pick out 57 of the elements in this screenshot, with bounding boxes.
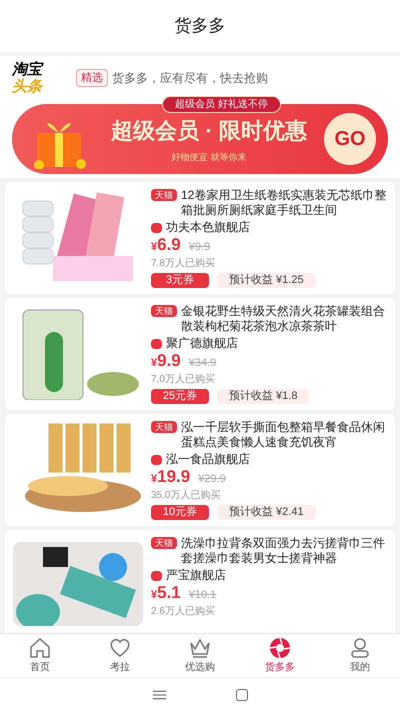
coupon-tag: 3元券	[151, 273, 209, 288]
go-button[interactable]: GO	[324, 113, 376, 165]
sales-count: 7.8万人已购买	[151, 257, 216, 270]
price: ¥9.9	[151, 351, 181, 372]
product-title: 洗澡巾拉背条双面强力去污搓背巾三件套搓澡巾套装男女士搓背神器	[181, 536, 386, 566]
price: ¥19.9	[151, 467, 190, 488]
price: ¥6.9	[151, 235, 181, 256]
earnings-tag: 预计收益 ¥1.25	[217, 273, 316, 288]
ribbon-label: 超级会员 好礼送不停	[162, 96, 281, 113]
product-title: 金银花野生特级天然清火花茶罐装组合散装枸杞菊花茶泡水凉茶茶叶	[181, 304, 386, 334]
banner-title: 超级会员 · 限时优惠	[111, 116, 307, 145]
shop-name: 聚广德旗舰店	[166, 336, 238, 351]
home-button-icon[interactable]	[236, 688, 248, 700]
price: ¥5.1	[151, 583, 181, 604]
shop-icon	[151, 454, 162, 464]
tab-item[interactable]: 货多多	[240, 634, 320, 677]
sales-count: 35.0万人已购买	[151, 489, 222, 502]
platform-badge: 天猫	[151, 189, 177, 201]
sales-count: 2.6万人已购买	[151, 605, 216, 618]
platform-badge: 天猫	[151, 305, 177, 317]
tab-item[interactable]: 首页	[0, 634, 80, 677]
earnings-tag: 预计收益 ¥2.41	[217, 505, 316, 520]
crown-icon	[188, 636, 212, 660]
platform-badge: 天猫	[151, 537, 177, 549]
product-card[interactable]: 天猫 洗澡巾拉背条双面强力去污搓背巾三件套搓澡巾套装男女士搓背神器 严宝旗舰店 ¥5.1 ¥10.1 2.6万人已购买	[5, 530, 395, 633]
original-price: ¥9.9	[188, 240, 210, 255]
shop-name: 严宝旗舰店	[166, 568, 226, 583]
shop-icon	[151, 338, 162, 348]
product-card[interactable]: 天猫 12卷家用卫生纸卷纸实惠装无芯纸巾整箱批厕所厕纸家庭手纸卫生间 功夫本色旗舰店 ¥6.9 ¥9.9 7.8万人已购买 3元券 预计收益 ¥1.25	[5, 182, 395, 294]
earnings-tag: 预计收益 ¥1.8	[217, 389, 310, 404]
platform-badge: 天猫	[151, 421, 177, 433]
page-title: 货多多	[174, 15, 226, 38]
tab-item[interactable]: 优选购	[160, 634, 240, 677]
original-price: ¥29.9	[198, 472, 226, 487]
menu-icon[interactable]	[152, 690, 166, 700]
product-title: 泓一千层软手撕面包整箱早餐食品休闲蛋糕点美食懒人速食充饥夜宵	[181, 420, 386, 450]
coupon-tag: 25元券	[151, 389, 209, 404]
coupon-tag: 10元券	[151, 505, 209, 520]
original-price: ¥34.9	[188, 356, 216, 371]
tab-item[interactable]: 我的	[320, 634, 400, 677]
banner-subtitle: 好物便宜·就等你来	[172, 150, 246, 164]
home-icon	[28, 636, 52, 660]
shop-name: 功夫本色旗舰店	[166, 220, 250, 235]
product-card[interactable]: 天猫 泓一千层软手撕面包整箱早餐食品休闲蛋糕点美食懒人速食充饥夜宵 泓一食品旗舰店 ¥19.9 ¥29.9 35.0万人已购买 10元券 预计收益 ¥2.41	[5, 414, 395, 526]
original-price: ¥10.1	[188, 588, 216, 603]
shop-name: 泓一食品旗舰店	[166, 452, 250, 467]
logo-text: 头条	[12, 78, 44, 95]
product-title: 12卷家用卫生纸卷纸实惠装无芯纸巾整箱批厕所厕纸家庭手纸卫生间	[181, 188, 387, 218]
aperture-icon	[268, 636, 292, 660]
tab-item[interactable]: 考拉	[80, 634, 160, 677]
logo-text: 淘宝	[12, 61, 45, 78]
shop-icon	[151, 570, 162, 580]
featured-tag: 精选	[76, 68, 108, 88]
shop-icon	[151, 222, 162, 232]
sales-count: 7.0万人已购买	[151, 373, 216, 386]
product-card[interactable]: 天猫 金银花野生特级天然清火花茶罐装组合散装枸杞菊花茶泡水凉茶茶叶 聚广德旗舰店 ¥9.9 ¥34.9 7.0万人已购买 25元券 预计收益 ¥1.8	[5, 298, 395, 410]
headline-text: 货多多，应有尽有，快去抢购	[112, 70, 268, 87]
